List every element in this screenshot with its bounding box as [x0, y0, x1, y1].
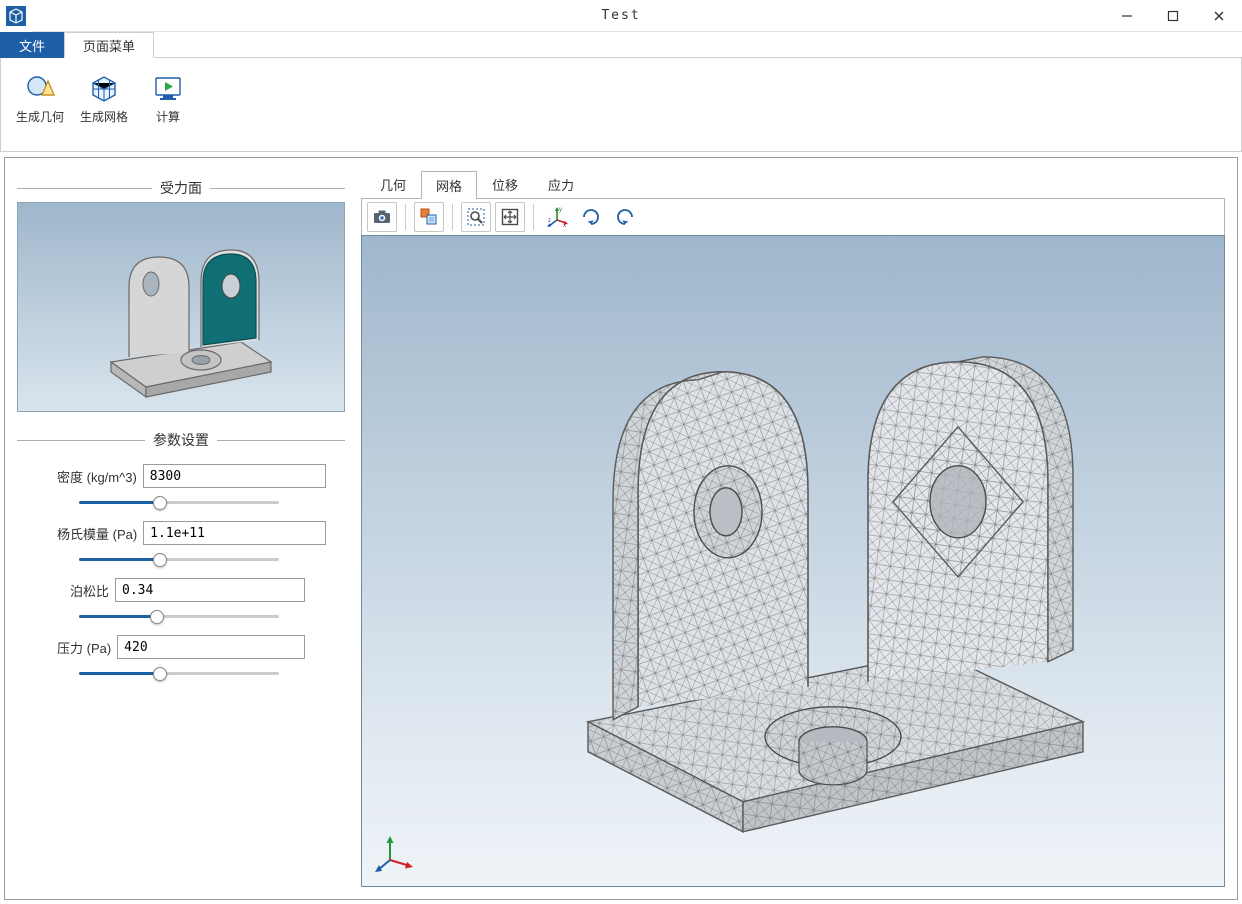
force-face-title-row: 受力面	[17, 178, 345, 198]
close-icon	[1213, 10, 1225, 22]
zoom-box-icon	[466, 207, 486, 227]
param-group: 参数设置 密度 (kg/m^3) 杨氏模量 (Pa)	[17, 422, 345, 692]
mesh-icon	[85, 69, 123, 107]
pressure-block: 压力 (Pa)	[17, 635, 345, 678]
title-bar: Test	[0, 0, 1242, 32]
bracket-mesh-icon	[468, 302, 1118, 842]
app-icon	[0, 0, 32, 32]
generate-geometry-button[interactable]: 生成几何	[9, 64, 71, 151]
poisson-label: 泊松比	[57, 581, 109, 600]
param-title: 参数设置	[153, 430, 209, 450]
force-face-preview[interactable]	[17, 202, 345, 412]
svg-text:x: x	[563, 223, 566, 228]
minimize-button[interactable]	[1104, 0, 1150, 32]
pressure-input[interactable]	[117, 635, 305, 659]
ribbon-group-main: 生成几何 生成网格 计算	[3, 62, 205, 151]
ribbon-tab-strip: 文件 页面菜单	[0, 32, 1242, 58]
camera-icon	[372, 207, 392, 227]
compute-icon	[149, 69, 187, 107]
selection-mode-button[interactable]	[414, 202, 444, 232]
rotate-right-button[interactable]	[610, 202, 640, 232]
density-input[interactable]	[143, 464, 326, 488]
pressure-label: 压力 (Pa)	[57, 638, 111, 657]
geometry-icon	[21, 69, 59, 107]
window-controls	[1104, 0, 1242, 32]
poisson-input[interactable]	[115, 578, 305, 602]
density-slider[interactable]	[79, 501, 279, 504]
selection-mode-icon	[419, 207, 439, 227]
close-button[interactable]	[1196, 0, 1242, 32]
youngs-slider[interactable]	[79, 558, 279, 561]
ribbon-tab-file[interactable]: 文件	[0, 32, 64, 58]
screenshot-button[interactable]	[367, 202, 397, 232]
bracket-preview-icon	[51, 212, 311, 402]
axes-icon: y z x	[546, 206, 568, 228]
compute-label: 计算	[156, 111, 180, 124]
generate-geometry-label: 生成几何	[16, 111, 64, 124]
minimize-icon	[1121, 10, 1133, 22]
rotate-left-button[interactable]	[576, 202, 606, 232]
zoom-extents-icon	[500, 207, 520, 227]
axis-gizmo-icon	[374, 834, 414, 874]
ribbon-body: 生成几何 生成网格 计算	[0, 57, 1242, 152]
view-tab-mesh[interactable]: 网格	[421, 171, 477, 199]
svg-text:y: y	[559, 207, 562, 213]
left-panel: 受力面	[17, 170, 345, 887]
content-area: 受力面	[0, 153, 1242, 904]
force-face-title: 受力面	[160, 178, 202, 198]
generate-mesh-button[interactable]: 生成网格	[73, 64, 135, 151]
content-inner: 受力面	[4, 157, 1238, 900]
zoom-extents-button[interactable]	[495, 202, 525, 232]
svg-text:z: z	[548, 218, 551, 224]
generate-mesh-label: 生成网格	[80, 111, 128, 124]
axes-button[interactable]: y z x	[542, 202, 572, 232]
pressure-slider[interactable]	[79, 672, 279, 675]
density-block: 密度 (kg/m^3)	[17, 464, 345, 507]
rotate-cw-icon	[614, 206, 636, 228]
view-tab-displacement[interactable]: 位移	[477, 170, 533, 198]
youngs-input[interactable]	[143, 521, 326, 545]
force-face-group: 受力面	[17, 170, 345, 412]
maximize-icon	[1167, 10, 1179, 22]
view-tab-stress[interactable]: 应力	[533, 170, 589, 198]
compute-button[interactable]: 计算	[137, 64, 199, 151]
param-title-row: 参数设置	[17, 430, 345, 450]
view-tab-geometry[interactable]: 几何	[365, 170, 421, 198]
youngs-label: 杨氏模量 (Pa)	[57, 524, 137, 543]
viewport-toolbar: y z x	[361, 198, 1225, 235]
view-tab-strip: 几何 网格 位移 应力	[365, 170, 1225, 198]
ribbon-tab-page[interactable]: 页面菜单	[64, 32, 154, 58]
density-label: 密度 (kg/m^3)	[57, 467, 137, 486]
maximize-button[interactable]	[1150, 0, 1196, 32]
poisson-block: 泊松比	[17, 578, 345, 621]
rotate-ccw-icon	[580, 206, 602, 228]
window-title: Test	[601, 8, 640, 23]
poisson-slider[interactable]	[79, 615, 279, 618]
viewport-3d[interactable]	[361, 235, 1225, 887]
right-panel: 几何 网格 位移 应力	[361, 170, 1225, 887]
youngs-block: 杨氏模量 (Pa)	[17, 521, 345, 564]
zoom-box-button[interactable]	[461, 202, 491, 232]
